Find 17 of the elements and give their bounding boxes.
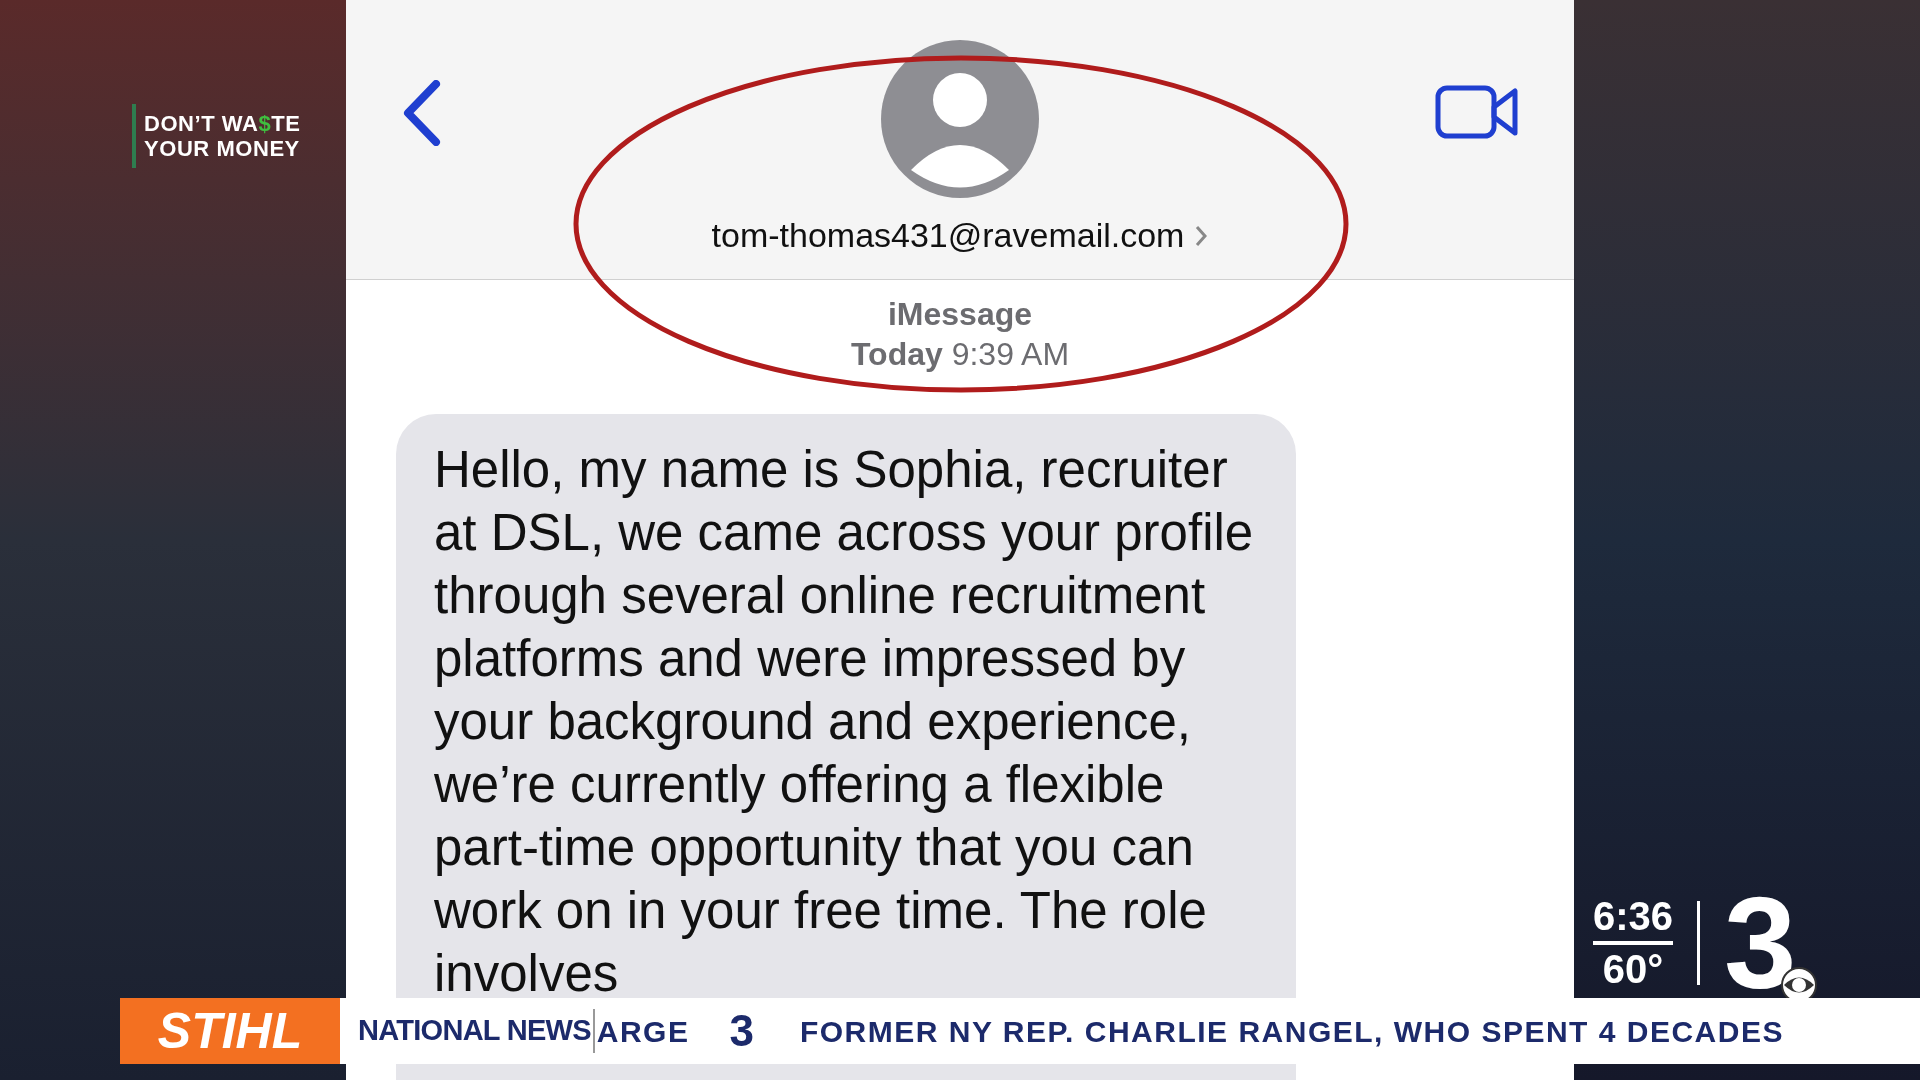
temperature: 60° xyxy=(1602,946,1664,993)
ticker-logo: 3 xyxy=(729,1005,754,1057)
ticker-section: NATIONAL NEWS xyxy=(358,1009,591,1053)
message-timestamp: Today 9:39 AM xyxy=(850,335,1070,374)
contact-address[interactable]: tom-thomas431@ravemail.com xyxy=(711,210,1185,261)
service-label: iMessage xyxy=(887,295,1033,334)
contact-avatar[interactable] xyxy=(881,40,1039,198)
station-logo: 3 xyxy=(1724,870,1797,1016)
ticker-text: ARGE xyxy=(596,1013,690,1050)
clock-time: 6:36 xyxy=(1593,893,1674,945)
logo-text: DON’T WA$TE xyxy=(144,111,302,136)
video-camera-icon[interactable] xyxy=(1435,85,1519,139)
ticker-headline: FORMER NY REP. CHARLIE RANGEL, WHO SPENT 4 DECADES xyxy=(799,1013,1784,1050)
sponsor-logo: STIHL xyxy=(120,998,340,1064)
logo-text: YOUR MONEY xyxy=(144,136,301,161)
message-text: Hello, my name is Sophia, recruiter at DSL, we came across your profile through several online recruitment platforms and were impressed by your background and experience, we’re currently offering a flexible part-time opportunity that you can work on in your free time. The role involves xyxy=(434,440,1255,1004)
chevron-icon[interactable] xyxy=(1194,223,1209,248)
